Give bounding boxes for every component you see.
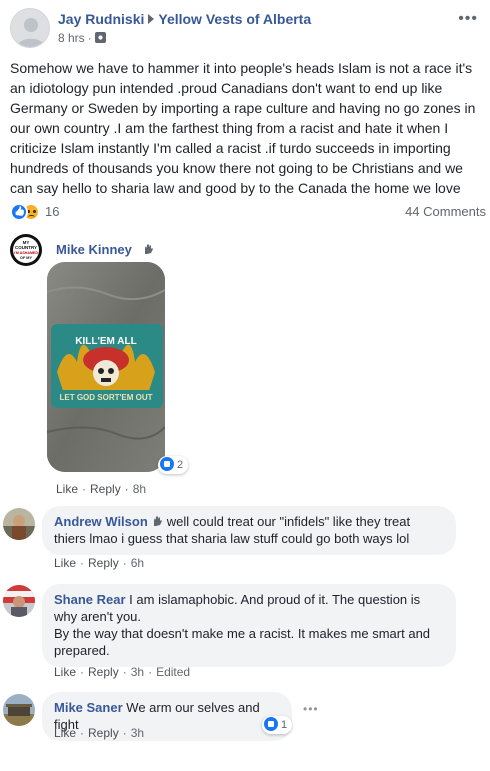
edited-label[interactable]: Edited [156,665,190,679]
comment-name-row: Mike Kinney [56,241,154,257]
comment-actions: Like · Reply · 6h [54,556,144,570]
commenter-name-link[interactable]: Mike Saner [54,700,123,715]
like-button[interactable]: Like [54,726,76,740]
comment-timestamp[interactable]: 3h [131,726,144,740]
comment-timestamp[interactable]: 8h [133,482,146,496]
comments-count-link[interactable]: 44 Comments [405,204,486,219]
author-avatar[interactable] [10,8,50,48]
like-button[interactable]: Like [54,665,76,679]
commenter-name-link[interactable]: Mike Kinney [56,242,132,257]
reaction-count[interactable]: 16 [45,204,59,219]
separator: · [80,726,85,740]
meta-separator: · [87,31,92,45]
avatar-text-3: I'M ASHAMED [14,251,38,255]
comment-actions: Like · Reply · 8h [56,482,146,496]
commenter-avatar[interactable] [3,508,35,540]
post-meta: 8 hrs · [58,31,106,45]
separator: · [122,726,127,740]
comment-actions: Like · Reply · 3h [54,726,144,740]
like-button[interactable]: Like [54,556,76,570]
like-button[interactable]: Like [56,482,78,496]
comment-more-icon[interactable]: ••• [303,702,319,716]
like-count: 2 [177,459,184,471]
post-body: Somehow we have to hammer it into people… [10,60,476,196]
post-timestamp[interactable]: 8 hrs [58,31,85,45]
like-reaction-icon[interactable] [10,203,28,221]
separator: · [122,665,127,679]
pin-text-bottom: LET GOD SORT'EM OUT [59,393,152,402]
like-count: 1 [281,719,288,731]
author-name-link[interactable]: Jay Rudniski [58,11,144,27]
like-icon [264,717,278,731]
comment-timestamp[interactable]: 3h [131,665,144,679]
comment-like-count[interactable]: 2 [158,456,189,474]
reply-button[interactable]: Reply [90,482,121,496]
comment-like-count[interactable]: 1 [262,716,293,734]
separator: · [122,556,127,570]
group-audience-icon [94,32,106,43]
reply-button[interactable]: Reply [88,726,119,740]
separator: · [80,556,85,570]
commenter-name-link[interactable]: Shane Rear [54,592,126,607]
commenter-avatar[interactable] [3,585,35,617]
commenter-name-link[interactable]: Andrew Wilson [54,514,148,529]
separator: · [148,665,153,679]
avatar-text-4: OF MY [20,256,32,260]
comment-timestamp[interactable]: 6h [131,556,144,570]
separator: · [80,665,85,679]
comment-bubble-shane-rear: Shane Rear I am islamaphobic. And proud … [42,584,456,667]
like-icon [160,457,174,471]
group-name-link[interactable]: Yellow Vests of Alberta [158,11,311,27]
wave-icon [144,244,153,254]
commenter-avatar[interactable] [3,694,35,726]
commenter-avatar[interactable]: MY COUNTRY I'M ASHAMED OF MY [10,234,42,266]
separator: · [124,482,129,496]
pin-text-top: KILL'EM ALL [75,336,136,347]
reactions-bar: 16 44 Comments [10,202,486,222]
comment-text-line2: By the way that doesn't make me a racist… [54,626,431,658]
reply-button[interactable]: Reply [88,665,119,679]
avatar-text-2: COUNTRY [15,245,37,250]
author-line: Jay Rudniski Yellow Vests of Alberta [58,11,311,27]
separator: · [82,482,87,496]
comment-photo[interactable]: KILL'EM ALL LET GOD SORT'EM OUT [47,262,165,472]
comment-bubble-andrew-wilson: Andrew Wilson well could treat our "infid… [42,506,456,555]
post-header: Jay Rudniski Yellow Vests of Alberta 8 hr… [10,8,480,52]
comment-actions: Like · Reply · 3h · Edited [54,665,190,679]
more-options-icon[interactable]: ••• [458,10,478,28]
reply-button[interactable]: Reply [88,556,119,570]
right-arrow-icon [148,14,155,24]
wave-icon [153,516,162,526]
